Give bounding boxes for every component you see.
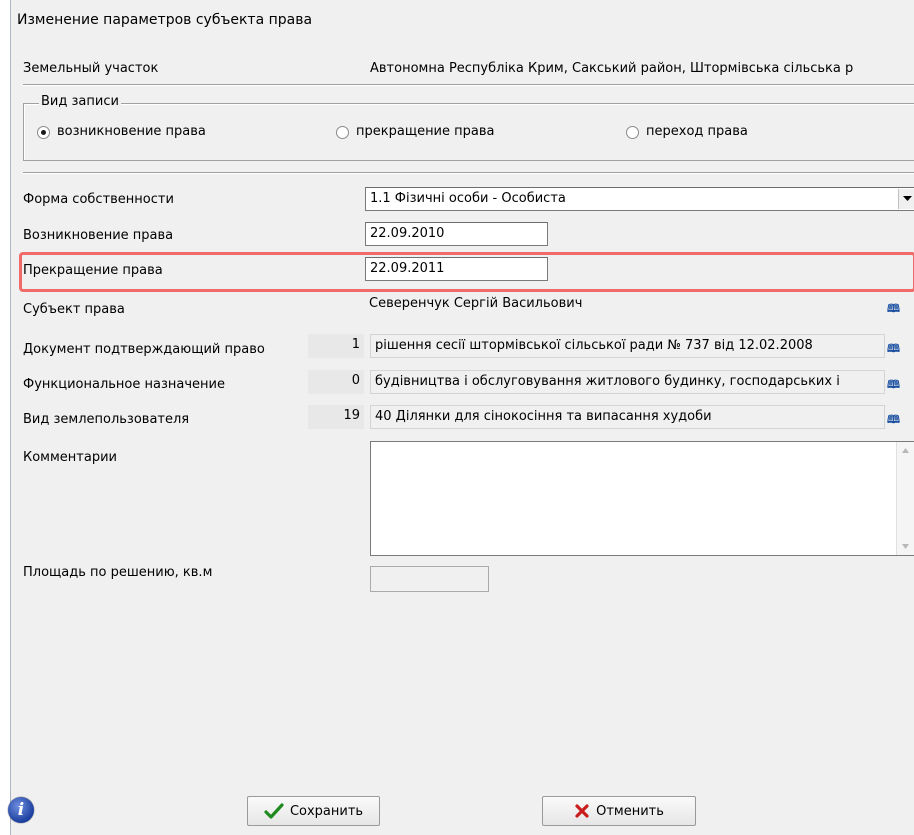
purpose-value-text: будівництва і обслуговування житлового б… (375, 374, 840, 389)
cancel-button[interactable]: Отменить (542, 796, 696, 826)
subject-value: Северенчук Сергій Васильович (365, 293, 885, 317)
cancel-button-label: Отменить (596, 803, 664, 819)
document-label: Документ подтверждающий право (23, 342, 265, 357)
title-bar: Изменение параметров субъекта права (11, 0, 914, 40)
user-type-value: 40 Ділянки для сінокосіння та випасання … (370, 405, 885, 429)
purpose-label: Функциональное назначение (23, 377, 225, 392)
dialog-window: Изменение параметров субъекта права Земе… (10, 0, 914, 835)
purpose-value: будівництва і обслуговування житлового б… (370, 370, 885, 394)
cross-icon (575, 804, 589, 818)
radio-end-button[interactable] (336, 126, 349, 139)
subject-label: Субъект права (23, 302, 125, 317)
document-value: рішення сесії штормівської сільської рад… (370, 334, 885, 358)
ownership-select[interactable]: 1.1 Фізичні особи - Особиста (365, 187, 914, 211)
record-type-legend: Вид записи (39, 94, 121, 109)
chevron-down-icon (902, 196, 912, 201)
info-icon[interactable]: i (8, 797, 34, 823)
parcel-value: Автономна Республіка Крим, Сакський райо… (370, 61, 854, 76)
comments-label: Комментарии (23, 450, 117, 465)
ownership-label: Форма собственности (23, 192, 174, 207)
right-start-date-input[interactable]: 22.09.2010 (365, 222, 548, 246)
save-button[interactable]: Сохранить (247, 796, 380, 826)
right-start-label: Возникновение права (23, 228, 174, 243)
user-type-code: 19 (308, 405, 364, 429)
window-title: Изменение параметров субъекта права (17, 12, 313, 28)
scroll-arrows-icon (902, 448, 909, 549)
ownership-dropdown-button[interactable] (898, 189, 914, 209)
radio-transfer-label: переход права (646, 124, 748, 139)
radio-start-button[interactable] (37, 126, 50, 139)
user-type-value-text: 40 Ділянки для сінокосіння та випасання … (375, 409, 712, 424)
radio-start-label: возникновение права (57, 124, 206, 139)
divider (23, 84, 914, 86)
document-value-text: рішення сесії штормівської сільської рад… (375, 338, 813, 353)
subject-lookup-book-icon[interactable]: 🕮 (887, 300, 900, 319)
subject-value-text: Северенчук Сергій Васильович (369, 296, 583, 311)
area-input[interactable] (370, 566, 489, 592)
highlight-box (19, 252, 914, 292)
ownership-select-value: 1.1 Фізичні особи - Особиста (370, 191, 566, 206)
purpose-code: 0 (308, 370, 364, 394)
radio-transfer-button[interactable] (626, 126, 639, 139)
parcel-label: Земельный участок (23, 61, 159, 76)
right-start-date-value: 22.09.2010 (370, 226, 445, 241)
user-type-lookup-book-icon[interactable]: 🕮 (887, 411, 900, 430)
document-code: 1 (308, 334, 364, 358)
purpose-lookup-book-icon[interactable]: 🕮 (887, 376, 900, 395)
divider (23, 172, 914, 174)
comments-textarea[interactable] (370, 441, 914, 556)
radio-end-label: прекращение права (356, 124, 495, 139)
save-button-label: Сохранить (289, 803, 364, 819)
user-type-label: Вид землепользователя (23, 412, 190, 427)
document-lookup-book-icon[interactable]: 🕮 (887, 340, 900, 359)
comments-scrollbar[interactable] (896, 442, 914, 555)
area-label: Площадь по решению, кв.м (23, 565, 213, 580)
checkmark-icon (264, 803, 284, 819)
